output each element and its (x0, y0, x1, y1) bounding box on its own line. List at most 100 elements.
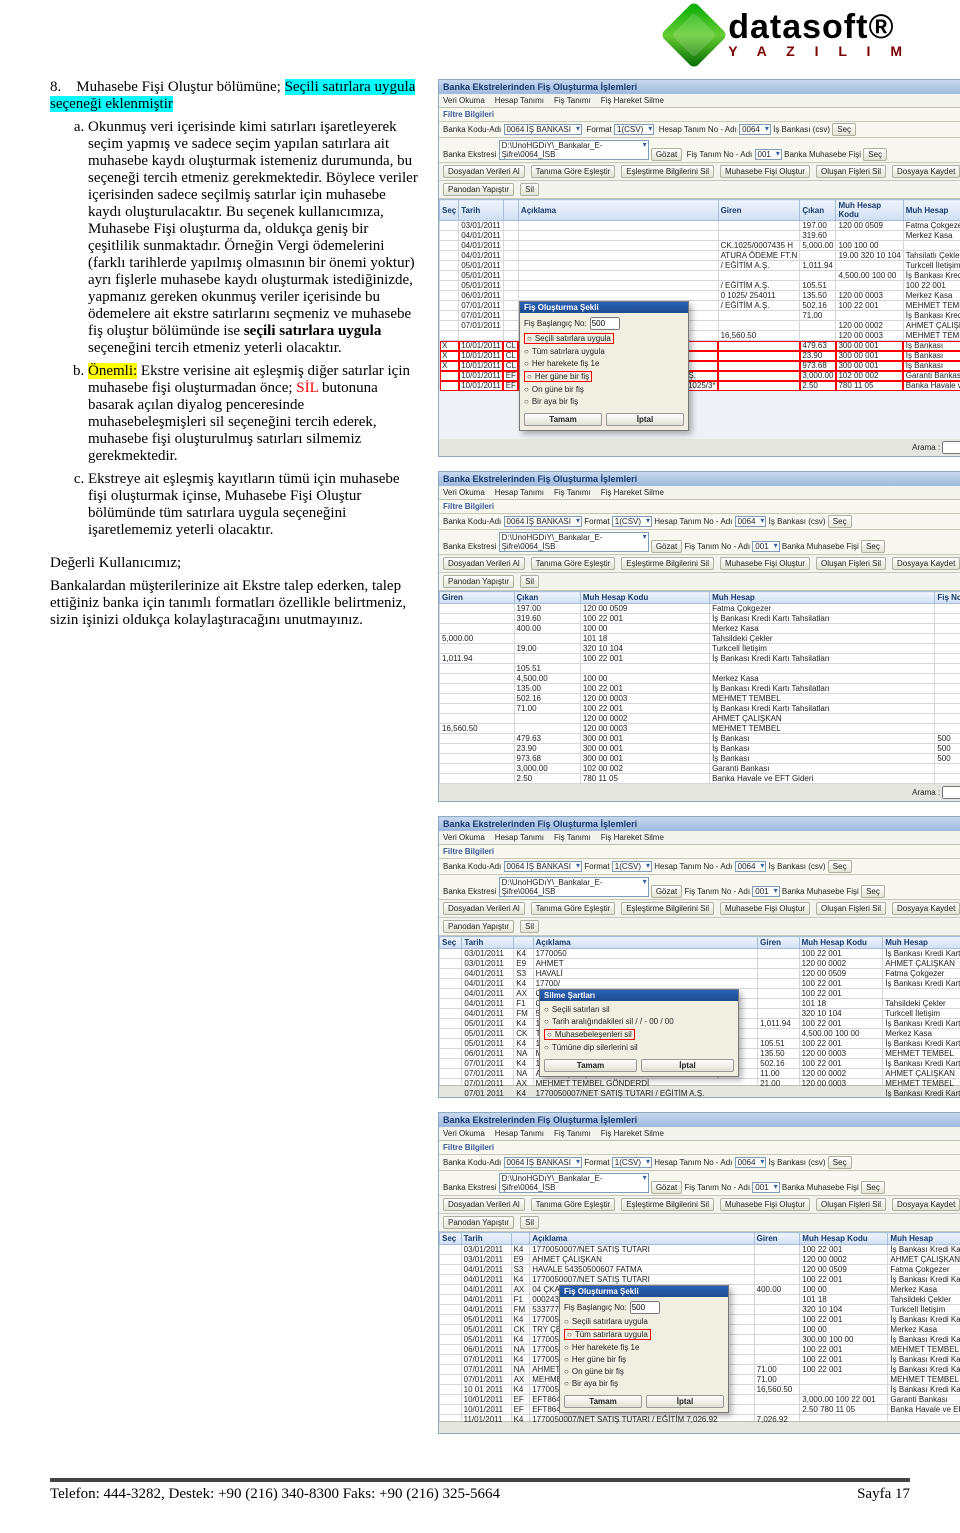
tab[interactable]: Fiş Hareket Silme (601, 96, 664, 105)
field-label: İş Bankası (csv) (769, 862, 826, 871)
toolbar-button[interactable]: Tanıma Göre Eşleştir (531, 557, 616, 570)
toolbar-button[interactable]: Dosyadan Verileri Al (443, 165, 525, 178)
bank-dropdown[interactable]: 0064 İŞ BANKASI (504, 861, 582, 872)
field-label: Banka Ekstresi (443, 1183, 496, 1192)
path-input[interactable]: D:\UnoHGDıY\_Bankalar_E-Şifre\0064_İSB (499, 532, 649, 552)
hesap-dropdown[interactable]: 0064 (735, 516, 767, 527)
toolbar-button[interactable]: Eşleştirme Bilgilerini Sil (621, 557, 714, 570)
item-a-tail: seçeneğini tercih etmeniz yeterli olacak… (88, 340, 342, 356)
popup-silme-sartlari: Silme Şartları○ Seçili satırları sil○ Ta… (539, 989, 739, 1077)
tab[interactable]: Veri Okuma (443, 1129, 485, 1138)
tab[interactable]: Fiş Tanımı (554, 833, 591, 842)
hesap-dropdown[interactable]: 0064 (739, 124, 771, 135)
tab[interactable]: Fiş Hareket Silme (601, 488, 664, 497)
toolbar-button[interactable]: Muhasebe Fişi Oluştur (720, 165, 810, 178)
toolbar-button[interactable]: Oluşan Fişleri Sil (816, 1198, 886, 1211)
toolbar-button[interactable]: Oluşan Fişleri Sil (816, 165, 886, 178)
toolbar-button[interactable]: Dosyaya Kaydet (892, 165, 960, 178)
search-input[interactable] (942, 786, 960, 799)
fis-dropdown[interactable]: 001 (752, 1182, 779, 1193)
sec-button[interactable]: Seç (861, 540, 885, 553)
toolbar-button[interactable]: Panodan Yapıştır (443, 1216, 514, 1229)
format-dropdown[interactable]: 1(CSV) (612, 1157, 652, 1168)
field-label: İş Bankası (csv) (769, 517, 826, 526)
sec-button[interactable]: Seç (828, 1156, 852, 1169)
toolbar-button[interactable]: Dosyaya Kaydet (892, 1198, 960, 1211)
sil-button[interactable]: Sil (520, 920, 539, 933)
tab[interactable]: Hesap Tanımı (495, 96, 544, 105)
tab[interactable]: Veri Okuma (443, 833, 485, 842)
toolbar-button[interactable]: Dosyadan Verileri Al (443, 902, 525, 915)
tab[interactable]: Veri Okuma (443, 96, 485, 105)
window-title: Banka Ekstrelerinden Fiş Oluşturma İşlem… (443, 1115, 637, 1125)
sil-button[interactable]: Sil (520, 575, 539, 588)
bank-dropdown[interactable]: 0064 İŞ BANKASI (504, 124, 582, 135)
tab[interactable]: Fiş Tanımı (554, 1129, 591, 1138)
toolbar-button[interactable]: Muhasebe Fişi Oluştur (720, 557, 810, 570)
logo-sub: Y A Z I L I M (728, 43, 910, 59)
toolbar-button[interactable]: Muhasebe Fişi Oluştur (720, 902, 810, 915)
gozat-button[interactable]: Gözat (651, 540, 682, 553)
field-label: Hesap Tanım No - Adı (659, 125, 737, 134)
toolbar-button[interactable]: Muhasebe Fişi Oluştur (720, 1198, 810, 1211)
tab[interactable]: Hesap Tanımı (495, 488, 544, 497)
path-input[interactable]: D:\UnoHGDıY\_Bankalar_E-Şifre\0064_İSB (499, 1173, 649, 1193)
toolbar-button[interactable]: Panodan Yapıştır (443, 920, 514, 933)
closing-head: Değerli Kullanıcımız; (50, 555, 420, 572)
sil-button[interactable]: Sil (520, 183, 539, 196)
toolbar-button[interactable]: Panodan Yapıştır (443, 183, 514, 196)
sec-button[interactable]: Seç (861, 1181, 885, 1194)
fis-dropdown[interactable]: 001 (752, 541, 779, 552)
fis-dropdown[interactable]: 001 (755, 149, 782, 160)
tab[interactable]: Veri Okuma (443, 488, 485, 497)
gozat-button[interactable]: Gözat (651, 1181, 682, 1194)
path-input[interactable]: D:\UnoHGDıY\_Bankalar_E-Şifre\0064_İSB (499, 140, 649, 160)
field-label: Banka Ekstresi (443, 150, 496, 159)
tab[interactable]: Hesap Tanımı (495, 1129, 544, 1138)
path-input[interactable]: D:\UnoHGDıY\_Bankalar_E-Şifre\0064_İSB (499, 877, 649, 897)
field-label: İş Bankası (csv) (773, 125, 830, 134)
sil-button[interactable]: Sil (520, 1216, 539, 1229)
tab[interactable]: Fiş Hareket Silme (601, 833, 664, 842)
filter-label: Filtre Bilgileri (443, 1143, 494, 1152)
sec-button[interactable]: Seç (861, 885, 885, 898)
hesap-dropdown[interactable]: 0064 (735, 1157, 767, 1168)
data-grid-1[interactable]: SeçTarihAçıklamaGirenÇıkanMuh Hesap Kodu… (439, 199, 960, 391)
data-grid-2[interactable]: GirenÇıkanMuh Hesap KoduMuh HesapFiş NoS… (439, 591, 960, 784)
toolbar-button[interactable]: Tanıma Göre Eşleştir (531, 165, 616, 178)
format-dropdown[interactable]: 1(CSV) (612, 516, 652, 527)
field-label: Banka Kodu-Adı (443, 1158, 501, 1167)
tab[interactable]: Hesap Tanımı (495, 833, 544, 842)
gozat-button[interactable]: Gözat (651, 148, 682, 161)
bank-dropdown[interactable]: 0064 İŞ BANKASI (504, 1157, 582, 1168)
toolbar-button[interactable]: Dosyadan Verileri Al (443, 557, 525, 570)
sec-button[interactable]: Seç (828, 515, 852, 528)
toolbar-button[interactable]: Oluşan Fişleri Sil (816, 902, 886, 915)
toolbar-button[interactable]: Tanıma Göre Eşleştir (531, 902, 616, 915)
toolbar-button[interactable]: Dosyadan Verileri Al (443, 1198, 525, 1211)
tab[interactable]: Fiş Tanımı (554, 96, 591, 105)
toolbar-button[interactable]: Dosyaya Kaydet (892, 902, 960, 915)
tab[interactable]: Fiş Tanımı (554, 488, 591, 497)
toolbar-button[interactable]: Tanıma Göre Eşleştir (531, 1198, 616, 1211)
toolbar-button[interactable]: Panodan Yapıştır (443, 575, 514, 588)
field-label: Banka Muhasebe Fişi (782, 887, 859, 896)
footer-page: Sayfa 17 (857, 1486, 910, 1503)
sec-button[interactable]: Seç (828, 860, 852, 873)
toolbar-button[interactable]: Eşleştirme Bilgilerini Sil (621, 1198, 714, 1211)
sec-button[interactable]: Seç (863, 148, 887, 161)
toolbar-button[interactable]: Dosyaya Kaydet (892, 557, 960, 570)
hesap-dropdown[interactable]: 0064 (735, 861, 767, 872)
toolbar-button[interactable]: Eşleştirme Bilgilerini Sil (621, 902, 714, 915)
gozat-button[interactable]: Gözat (651, 885, 682, 898)
tab[interactable]: Fiş Hareket Silme (601, 1129, 664, 1138)
format-dropdown[interactable]: 1(CSV) (614, 124, 654, 135)
toolbar-button[interactable]: Oluşan Fişleri Sil (816, 557, 886, 570)
sec-button[interactable]: Seç (832, 123, 856, 136)
toolbar-button[interactable]: Eşleştirme Bilgilerini Sil (621, 165, 714, 178)
bank-dropdown[interactable]: 0064 İŞ BANKASI (504, 516, 582, 527)
fis-dropdown[interactable]: 001 (752, 886, 779, 897)
search-input[interactable] (942, 441, 960, 454)
field-label: Banka Ekstresi (443, 542, 496, 551)
format-dropdown[interactable]: 1(CSV) (612, 861, 652, 872)
